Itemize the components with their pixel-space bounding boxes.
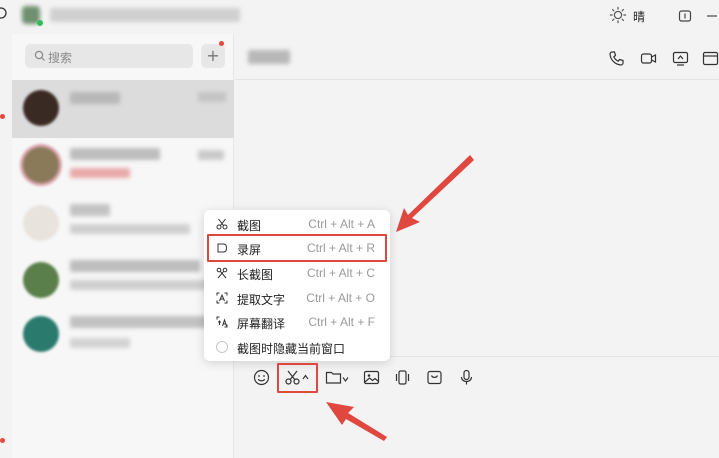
title-bar: 晴 [0, 0, 719, 34]
avatar [23, 262, 59, 298]
add-button[interactable]: + [201, 44, 225, 68]
record-screen-highlight [207, 234, 387, 262]
menu-item-label: 屏幕翻译 [237, 317, 286, 331]
menu-item-screen-translate[interactable]: 屏幕翻译 Ctrl + Alt + F [204, 310, 390, 334]
minimize-icon[interactable] [705, 9, 719, 23]
navigation-rail [0, 34, 12, 458]
vibrate-icon[interactable] [394, 369, 411, 386]
unread-dot [0, 438, 5, 443]
message-preview-redacted [70, 338, 130, 348]
weather-label: 晴 [633, 10, 646, 24]
menu-item-long-screenshot[interactable]: 长截图 Ctrl + Alt + C [204, 261, 390, 285]
timestamp-redacted [198, 92, 226, 102]
folder-icon[interactable] [325, 369, 342, 386]
menu-item-label: 长截图 [237, 268, 274, 282]
account-name-redacted [50, 8, 240, 22]
conversation-item[interactable] [12, 138, 234, 196]
shortcut-label: Ctrl + Alt + F [308, 315, 375, 329]
pin-window-icon[interactable] [678, 9, 692, 23]
favorites-box-icon[interactable] [426, 369, 443, 386]
shortcut-label: Ctrl + Alt + A [308, 217, 375, 231]
emoji-icon[interactable] [253, 369, 270, 386]
chevron-down-icon[interactable] [342, 376, 349, 382]
unread-dot [0, 114, 5, 119]
menu-item-screenshot[interactable]: 截图 Ctrl + Alt + A [204, 212, 390, 236]
timestamp-redacted [198, 150, 224, 160]
translate-screen-icon [216, 316, 228, 328]
extract-text-icon [216, 292, 228, 304]
option-checkbox[interactable] [216, 341, 228, 353]
notification-dot [219, 41, 224, 46]
conversation-item[interactable] [12, 80, 234, 138]
microphone-icon[interactable] [458, 369, 475, 386]
phone-icon[interactable] [608, 50, 625, 67]
menu-item-label: 截图 [237, 219, 262, 233]
scissors-icon [216, 218, 228, 230]
contact-name-redacted [70, 92, 120, 104]
sun-icon [609, 6, 627, 24]
message-preview-redacted [70, 168, 130, 178]
search-icon [34, 50, 45, 61]
message-preview-redacted [70, 224, 190, 234]
search-rail-icon[interactable] [0, 6, 8, 22]
chat-title-redacted [248, 50, 290, 64]
shortcut-label: Ctrl + Alt + O [306, 291, 375, 305]
screenshot-tool-highlight [277, 363, 318, 393]
image-icon[interactable] [363, 369, 380, 386]
more-window-icon[interactable] [702, 50, 719, 67]
arrow-to-scissors-tool [326, 402, 387, 441]
video-call-icon[interactable] [640, 50, 657, 67]
message-preview-redacted [70, 280, 210, 290]
conversation-item[interactable] [12, 196, 234, 254]
hide-window-option[interactable]: 截图时隐藏当前窗口 [204, 335, 390, 359]
avatar [23, 147, 59, 183]
contact-name-redacted [70, 204, 110, 216]
online-status-dot [37, 20, 43, 26]
contact-name-redacted [70, 316, 220, 328]
arrow-to-record-screen [396, 155, 474, 232]
contact-name-redacted [70, 260, 200, 272]
contact-name-redacted [70, 148, 160, 160]
shortcut-label: Ctrl + Alt + C [306, 266, 375, 280]
conversation-item[interactable] [12, 254, 234, 312]
avatar [23, 90, 59, 126]
conversation-item[interactable] [12, 312, 234, 370]
long-screenshot-icon [216, 267, 228, 279]
screen-share-icon[interactable] [672, 50, 689, 67]
search-placeholder: 搜索 [48, 51, 73, 65]
avatar [23, 316, 59, 352]
menu-item-extract-text[interactable]: 提取文字 Ctrl + Alt + O [204, 286, 390, 310]
avatar [23, 205, 59, 241]
option-label: 截图时隐藏当前窗口 [237, 342, 346, 356]
menu-item-label: 提取文字 [237, 293, 286, 307]
